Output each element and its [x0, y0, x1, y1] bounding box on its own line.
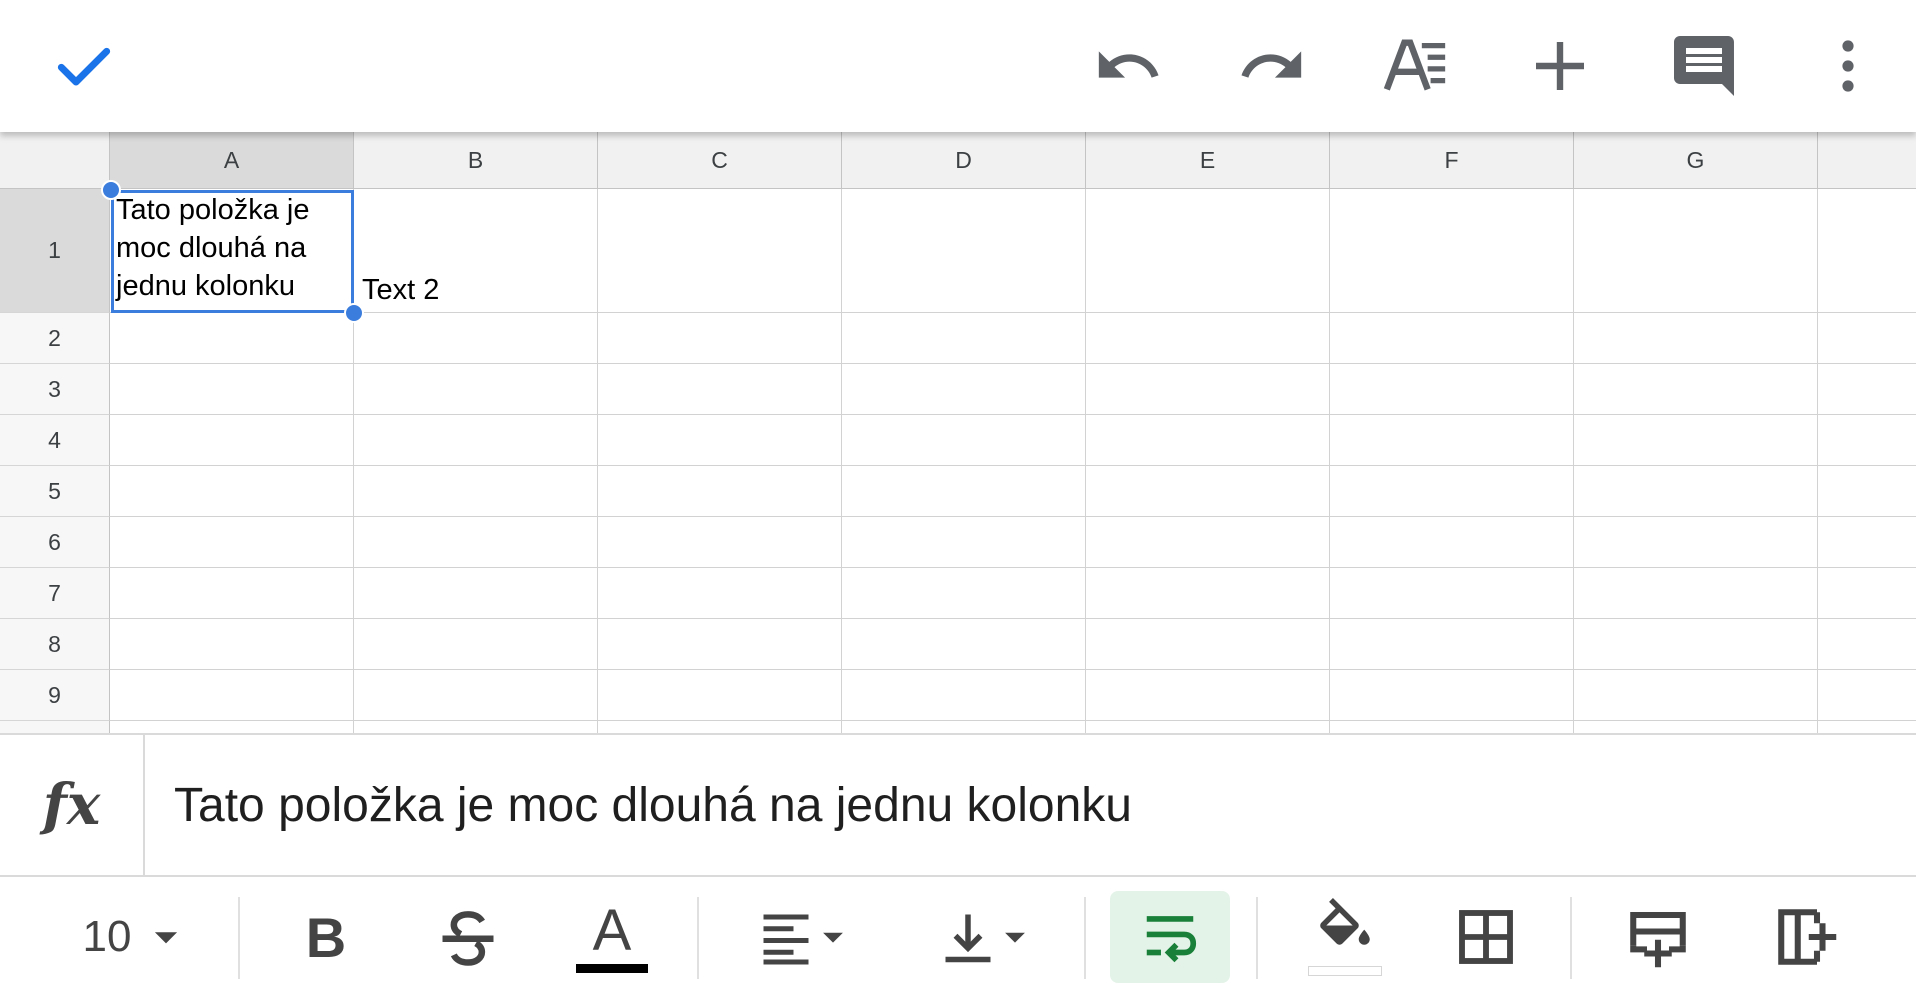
horizontal-align-button[interactable]: [748, 891, 858, 983]
row-header-5[interactable]: 5: [0, 466, 110, 517]
app-bar: [0, 0, 1916, 132]
grid-line: [110, 669, 1916, 670]
row-header-2[interactable]: 2: [0, 313, 110, 364]
select-all-corner[interactable]: [0, 132, 110, 189]
fill-color-button[interactable]: [1300, 891, 1390, 983]
row-header-8[interactable]: 8: [0, 619, 110, 670]
font-size-value: 10: [82, 912, 132, 961]
more-vert-icon: [1842, 40, 1854, 92]
grid-line: [110, 516, 1916, 517]
bold-icon: B: [305, 905, 347, 969]
row-header-10[interactable]: [0, 721, 110, 733]
wrap-text-icon: [1146, 916, 1197, 963]
toolbar-separator: [1570, 897, 1572, 979]
selection-handle-top-left[interactable]: [101, 180, 121, 200]
grid-line: [110, 465, 1916, 466]
text-format-icon: [1383, 39, 1446, 91]
row-header-7[interactable]: 7: [0, 568, 110, 619]
fill-color-swatch: [1308, 966, 1382, 976]
column-header-f[interactable]: F: [1330, 132, 1574, 189]
bold-button[interactable]: B: [286, 891, 366, 983]
grid-line: [353, 189, 354, 733]
grid-line: [841, 189, 842, 733]
fill-color-icon: [1320, 898, 1370, 945]
grid-line: [1573, 189, 1574, 733]
grid-line: [110, 618, 1916, 619]
redo-icon: [1241, 51, 1302, 78]
borders-button[interactable]: [1446, 891, 1526, 983]
undo-button[interactable]: [1088, 26, 1168, 106]
font-size-selector[interactable]: 10: [64, 891, 204, 983]
column-header-a[interactable]: A: [110, 132, 354, 189]
grid-line: [1817, 189, 1818, 733]
check-icon: [57, 47, 111, 86]
column-header-g[interactable]: G: [1574, 132, 1818, 189]
formula-input[interactable]: Tato položka je moc dlouhá na jednu kolo…: [174, 735, 1132, 875]
row-header-1[interactable]: 1: [0, 189, 110, 313]
column-header-b[interactable]: B: [354, 132, 598, 189]
insert-row-icon: [1630, 911, 1686, 968]
toolbar-separator: [697, 897, 699, 979]
strikethrough-icon: [442, 911, 494, 966]
undo-icon: [1098, 51, 1159, 78]
text-color-button[interactable]: A: [572, 891, 652, 983]
fx-label: fx: [0, 735, 145, 875]
column-header-next[interactable]: [1818, 132, 1916, 189]
insert-row-button[interactable]: [1618, 891, 1698, 983]
row-header-6[interactable]: 6: [0, 517, 110, 568]
cell-b1[interactable]: Text 2: [362, 274, 439, 307]
spreadsheet-grid[interactable]: A B C D E F G 1 2 3 4 5 6 7 8 9 Tato pol…: [0, 132, 1916, 733]
borders-icon: [1459, 910, 1513, 964]
redo-button[interactable]: [1232, 26, 1312, 106]
grid-line: [1329, 189, 1330, 733]
dropdown-icon: [1005, 932, 1025, 943]
insert-column-icon: [1778, 909, 1837, 965]
toolbar-separator: [1084, 897, 1086, 979]
cell-a1[interactable]: Tato položka je moc dlouhá na jednu kolo…: [116, 189, 348, 315]
row-header-9[interactable]: 9: [0, 670, 110, 721]
comment-button[interactable]: [1664, 26, 1744, 106]
dropdown-icon: [823, 932, 843, 943]
column-header-d[interactable]: D: [842, 132, 1086, 189]
toolbar-separator: [238, 897, 240, 979]
format-toolbar: 10 B A: [0, 877, 1916, 997]
insert-button[interactable]: [1520, 26, 1600, 106]
row-header-4[interactable]: 4: [0, 415, 110, 466]
row-header-3[interactable]: 3: [0, 364, 110, 415]
vertical-align-button[interactable]: [930, 891, 1040, 983]
grid-line: [110, 414, 1916, 415]
strikethrough-button[interactable]: [428, 891, 508, 983]
more-options-button[interactable]: [1808, 26, 1888, 106]
dropdown-icon: [155, 932, 178, 944]
comment-icon: [1674, 36, 1734, 96]
grid-line: [110, 567, 1916, 568]
text-color-icon: A: [592, 897, 632, 963]
grid-line: [110, 363, 1916, 364]
text-color-swatch: [576, 963, 648, 973]
grid-line: [110, 720, 1916, 721]
plus-icon: [1536, 42, 1584, 90]
toolbar-separator: [1256, 897, 1258, 979]
column-header-c[interactable]: C: [598, 132, 842, 189]
formula-bar: fx Tato položka je moc dlouhá na jednu k…: [0, 733, 1916, 877]
horizontal-align-icon: [763, 914, 809, 965]
text-format-button[interactable]: [1376, 26, 1456, 106]
column-header-e[interactable]: E: [1086, 132, 1330, 189]
insert-column-button[interactable]: [1766, 891, 1846, 983]
selection-handle-bottom-right[interactable]: [344, 303, 364, 323]
grid-line: [110, 312, 1916, 313]
done-button[interactable]: [44, 26, 124, 106]
grid-line: [1085, 189, 1086, 733]
vertical-align-icon: [945, 914, 991, 963]
grid-line: [597, 189, 598, 733]
wrap-text-button[interactable]: [1110, 891, 1230, 983]
